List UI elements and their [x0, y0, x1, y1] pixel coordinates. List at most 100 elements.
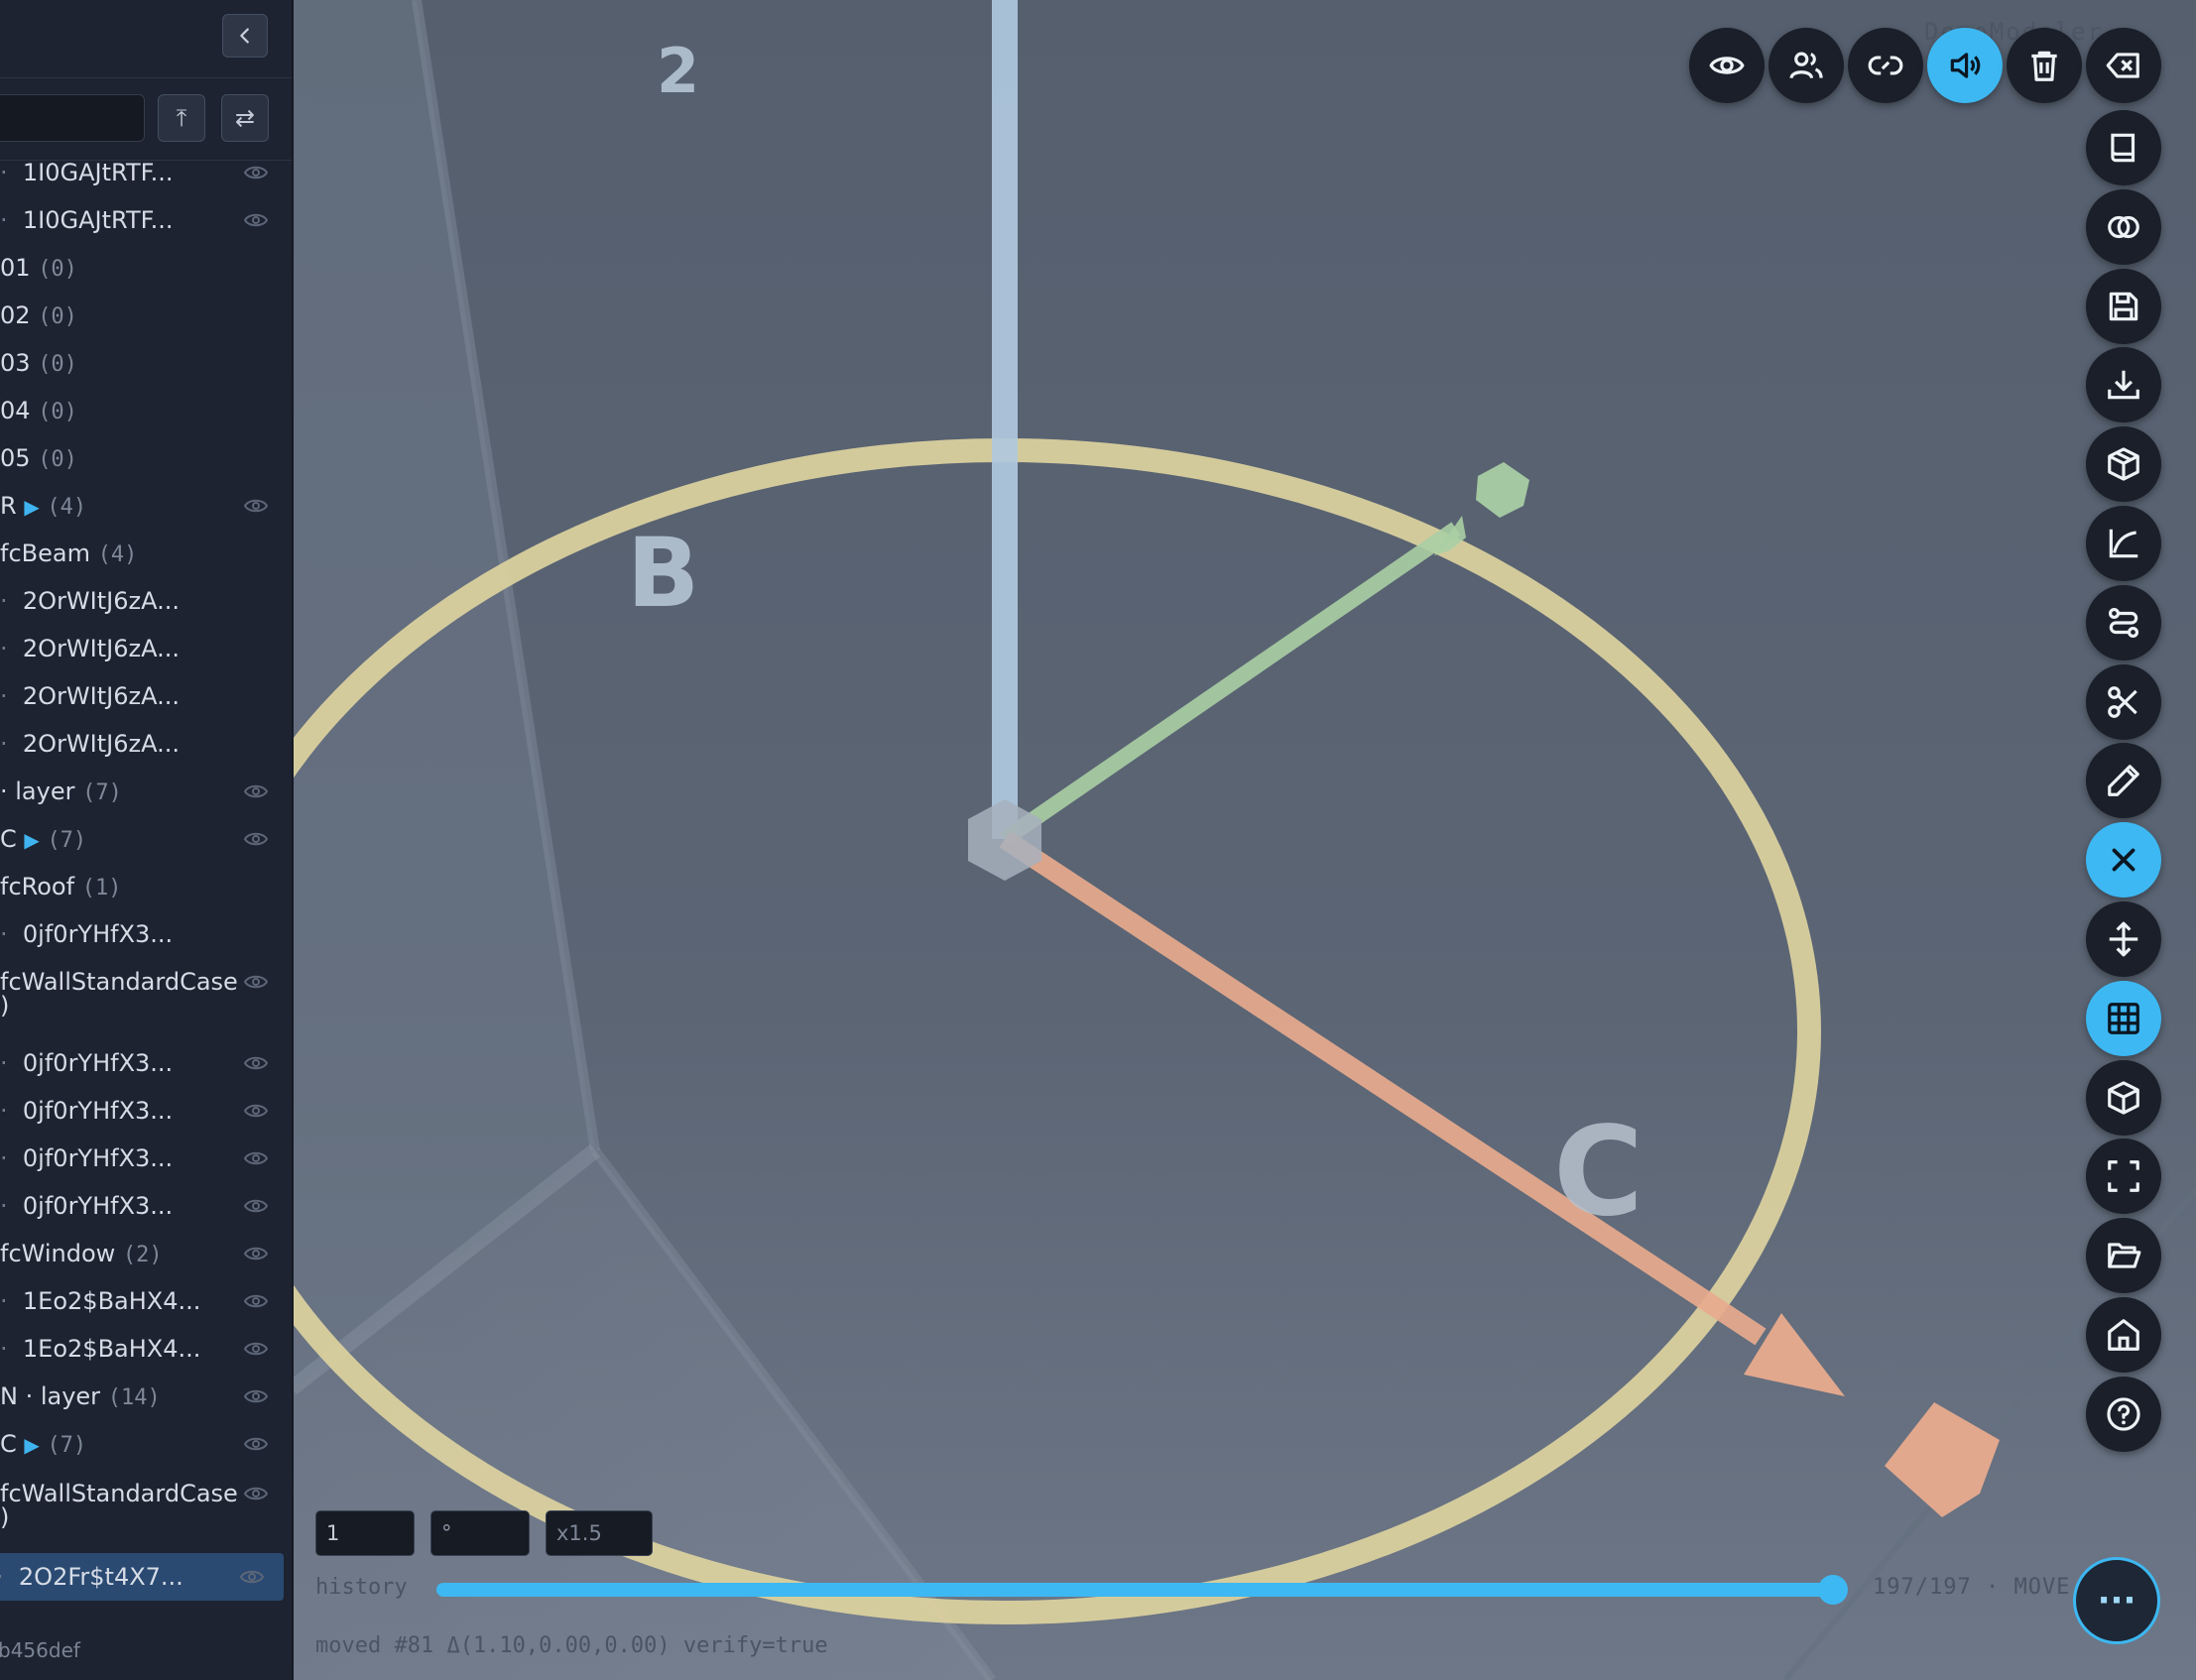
more-button[interactable]: ··· — [2073, 1557, 2160, 1644]
tree-row[interactable]: fcWindow (2) — [0, 1230, 290, 1277]
visibility-eye-icon[interactable] — [244, 163, 268, 182]
tree-row-label: 1Eo2$BaHX4... — [22, 1287, 201, 1315]
visibility-eye-icon[interactable] — [244, 496, 268, 516]
swap-order-button[interactable]: ⇄ — [221, 94, 269, 142]
tree-row[interactable]: · 1Eo2$BaHX4... — [0, 1277, 290, 1325]
tree-row[interactable]: · 2OrWItJ6zA... — [0, 625, 290, 672]
history-label: history — [315, 1575, 408, 1600]
home-button[interactable] — [2086, 1297, 2161, 1373]
tree-row[interactable]: · 0jf0rYHfX3... — [0, 1087, 290, 1135]
save-button[interactable] — [2086, 268, 2161, 344]
tree-row[interactable]: · 2O2Fr$t4X7... — [0, 1553, 284, 1601]
download-button[interactable] — [2086, 347, 2161, 423]
tree-row-text: · layer (7) — [0, 768, 122, 815]
tree-row[interactable]: C ▶ (7) — [0, 815, 290, 863]
tree-row[interactable]: · 2OrWItJ6zA... — [0, 672, 290, 720]
scroll-top-button[interactable]: ⤒ — [158, 94, 205, 142]
visibility-eye-icon[interactable] — [244, 1484, 268, 1503]
z-axis-handle[interactable] — [992, 0, 1018, 839]
cube-button[interactable] — [2086, 1059, 2161, 1136]
tree-row[interactable]: · layer (7) — [0, 768, 290, 815]
visibility-eye-icon[interactable] — [244, 1053, 268, 1073]
tree-row-text: fcBeam (4) — [0, 530, 137, 577]
link-button[interactable] — [1848, 28, 1923, 103]
tree-search-input[interactable] — [0, 94, 145, 142]
tree-row[interactable]: 04 (0) — [0, 387, 290, 434]
history-slider-track[interactable] — [436, 1583, 1833, 1597]
tree-row[interactable]: · 0jf0rYHfX3... — [0, 1039, 290, 1087]
visibility-eye-icon[interactable] — [244, 781, 268, 801]
3d-viewport[interactable]: 2 B C DemoModeler — [0, 0, 2196, 1680]
trash-icon — [2031, 51, 2057, 81]
visibility-eye-icon[interactable] — [244, 1386, 268, 1406]
expand-triangle-icon[interactable]: ▶ — [24, 495, 39, 519]
move-vertical-button[interactable] — [2086, 901, 2161, 977]
tree-row[interactable]: · 1Eo2$BaHX4... — [0, 1325, 290, 1373]
tree-row[interactable]: N · layer (14) — [0, 1373, 290, 1420]
visibility-eye-icon[interactable] — [244, 1101, 268, 1121]
expand-triangle-icon[interactable]: ▶ — [24, 828, 39, 852]
visibility-eye-icon[interactable] — [240, 1567, 264, 1587]
tree-row-text: · 2OrWItJ6zA... — [0, 577, 180, 625]
tree-row[interactable]: 03 (0) — [0, 339, 290, 387]
tree-row[interactable]: C ▶ (7) — [0, 1420, 290, 1468]
book-button[interactable] — [2086, 110, 2161, 185]
tree-row[interactable]: fcWallStandardCase) — [0, 958, 290, 1020]
angle-input[interactable]: ° — [430, 1510, 530, 1556]
tree-row-text: · 0jf0rYHfX3... — [0, 1135, 173, 1182]
visibility-eye-icon[interactable] — [244, 972, 268, 992]
tree-row[interactable]: · 1I0GAJtRTF... — [0, 149, 290, 196]
bullet: · — [0, 159, 8, 186]
close-icon — [2112, 848, 2135, 872]
tree-row-label: 02 — [0, 301, 31, 329]
trash-button[interactable] — [2007, 28, 2082, 103]
users-button[interactable] — [1769, 28, 1844, 103]
tree-row[interactable]: · 2OrWItJ6zA... — [0, 720, 290, 768]
scale-input[interactable]: x1.5 — [546, 1510, 653, 1556]
route-button[interactable] — [2086, 584, 2161, 660]
tree-row-text: 02 (0) — [0, 292, 77, 339]
box-button[interactable] — [2086, 426, 2161, 503]
intersect-button[interactable] — [2086, 188, 2161, 265]
fullscreen-button[interactable] — [2086, 1139, 2161, 1215]
visibility-eye-icon[interactable] — [244, 1434, 268, 1454]
expand-triangle-icon[interactable]: ▶ — [24, 1433, 39, 1457]
step-input[interactable]: 1 — [315, 1510, 415, 1556]
visibility-eye-icon[interactable] — [244, 1244, 268, 1263]
scissors-button[interactable] — [2086, 663, 2161, 740]
tree-row-label: 0jf0rYHfX3... — [22, 1192, 174, 1220]
tree-row[interactable]: 01 (0) — [0, 244, 290, 292]
visibility-eye-icon[interactable] — [244, 1291, 268, 1311]
visibility-eye-icon[interactable] — [244, 210, 268, 230]
history-slider-thumb[interactable] — [1818, 1575, 1848, 1605]
backspace-button[interactable] — [2086, 28, 2161, 103]
tree-row[interactable]: 02 (0) — [0, 292, 290, 339]
tree-row[interactable]: fcRoof (1) — [0, 863, 290, 910]
pencil-button[interactable] — [2086, 743, 2161, 819]
close-button[interactable] — [2086, 822, 2161, 899]
visibility-eye-icon[interactable] — [244, 829, 268, 849]
collapse-sidebar-button[interactable] — [222, 14, 268, 58]
tree-row[interactable]: R ▶ (4) — [0, 482, 290, 530]
volume-button[interactable] — [1927, 28, 2003, 103]
folder-open-button[interactable] — [2086, 1218, 2161, 1294]
tree-row[interactable]: · 0jf0rYHfX3... — [0, 910, 290, 958]
eye-button[interactable] — [1689, 28, 1765, 103]
tree-row[interactable]: fcWallStandardCase) — [0, 1470, 290, 1531]
tree-row[interactable]: 05 (0) — [0, 434, 290, 482]
bullet: · — [0, 635, 8, 662]
tree-row-label: 0jf0rYHfX3... — [22, 1097, 174, 1125]
visibility-eye-icon[interactable] — [244, 1339, 268, 1359]
curve-button[interactable] — [2086, 506, 2161, 581]
tree-row[interactable]: · 1I0GAJtRTF... — [0, 196, 290, 244]
visibility-eye-icon[interactable] — [244, 1196, 268, 1216]
visibility-eye-icon[interactable] — [244, 1148, 268, 1168]
help-button[interactable] — [2086, 1376, 2161, 1452]
tree-row[interactable]: · 0jf0rYHfX3... — [0, 1135, 290, 1182]
tree-row[interactable]: · 0jf0rYHfX3... — [0, 1182, 290, 1230]
tree-row[interactable]: fcBeam (4) — [0, 530, 290, 577]
grid-button[interactable] — [2086, 980, 2161, 1056]
tree-row[interactable]: · 2OrWItJ6zA... — [0, 577, 290, 625]
scene-canvas[interactable] — [0, 0, 2196, 1680]
tree-row-label: fcWallStandardCase — [0, 968, 238, 996]
